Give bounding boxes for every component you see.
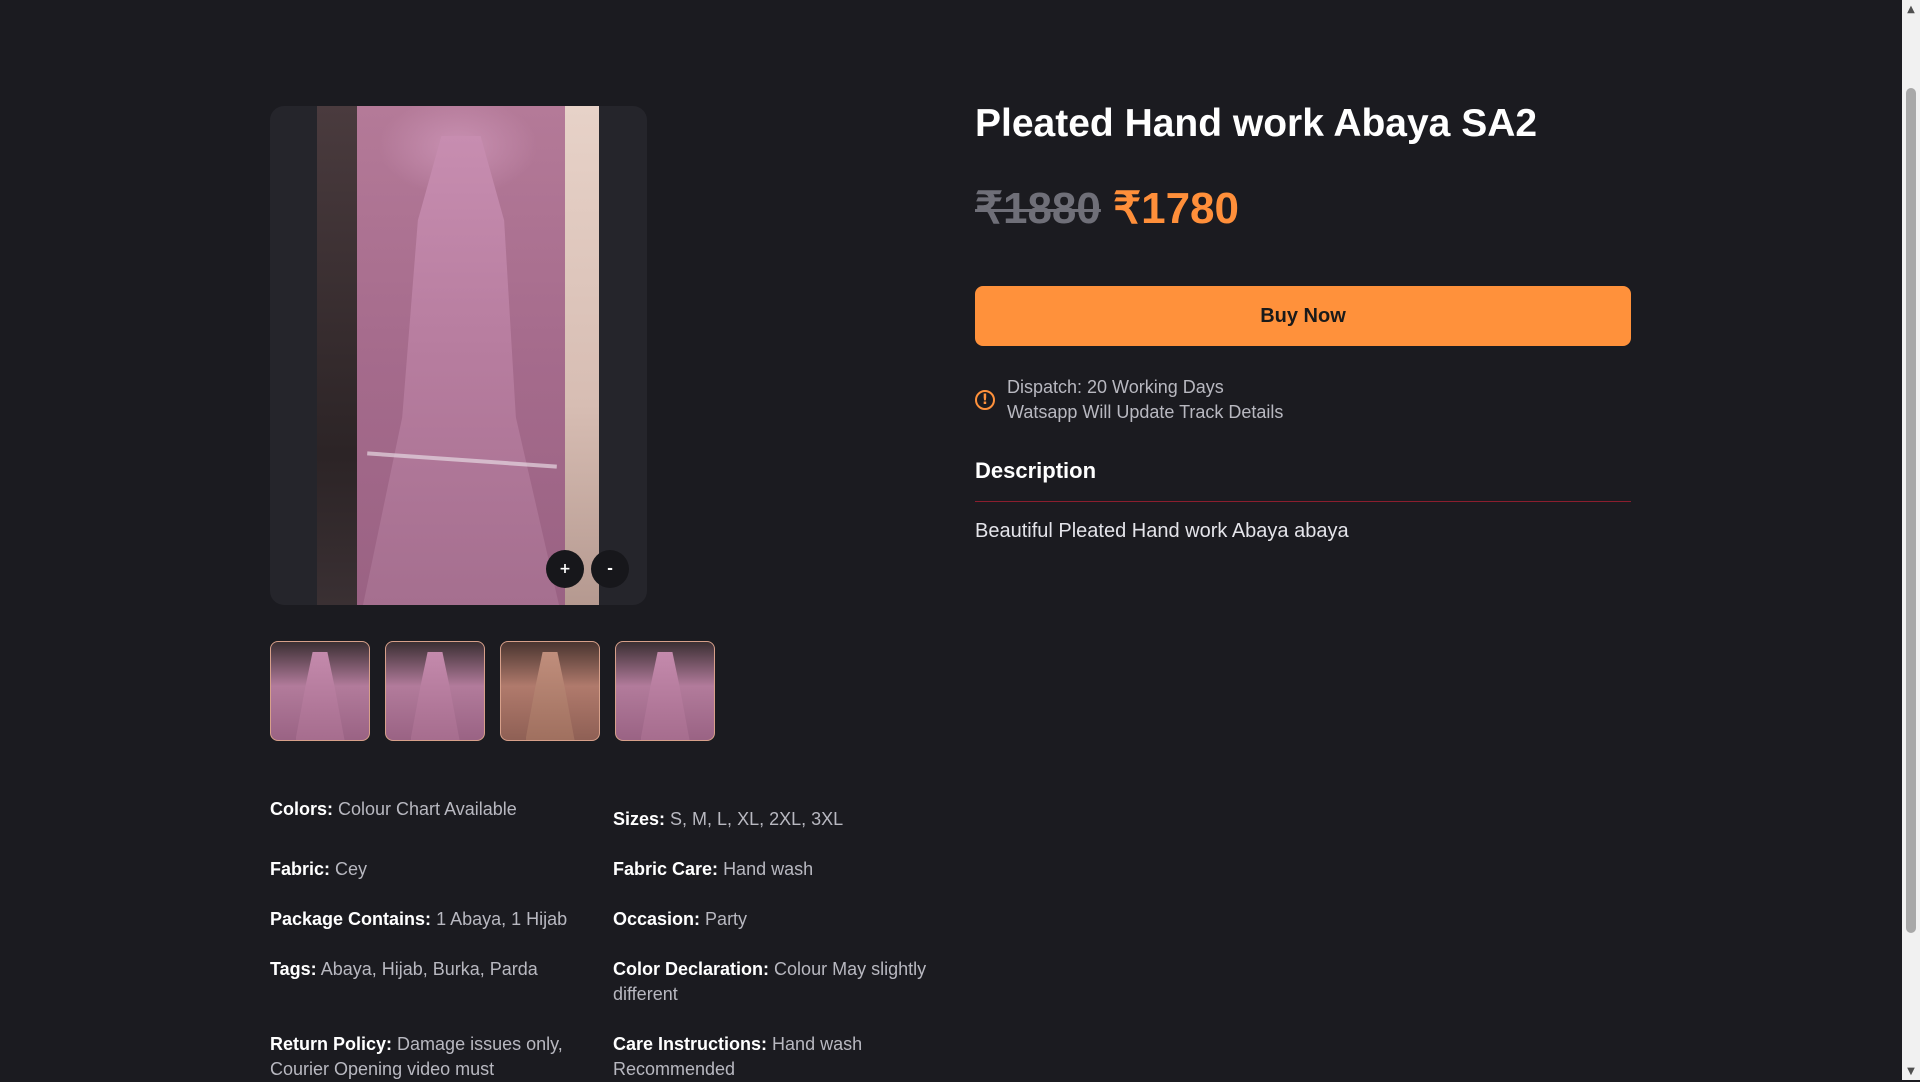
attr-occasion: Occasion: Party (613, 907, 933, 932)
price-block: ₹1880 ₹1780 (975, 183, 1239, 234)
info-icon: ! (975, 390, 995, 410)
thumbnail-strip (270, 641, 715, 741)
attr-fabric: Fabric: Cey (270, 857, 590, 882)
thumbnail-1[interactable] (270, 641, 370, 741)
zoom-in-button[interactable]: + (546, 550, 584, 588)
attr-label: Colors: (270, 799, 333, 819)
attr-label: Fabric Care: (613, 859, 719, 879)
product-title: Pleated Hand work Abaya SA2 (975, 102, 1538, 145)
attr-label: Fabric: (270, 859, 331, 879)
attr-label: Occasion: (613, 909, 701, 929)
attr-fabric-care: Fabric Care: Hand wash (613, 857, 933, 882)
new-price: ₹1780 (1113, 184, 1240, 233)
attr-value: 1 Abaya, 1 Hijab (436, 909, 568, 929)
scrollbar-thumb[interactable] (1906, 88, 1916, 933)
main-product-image[interactable]: + - (270, 106, 647, 605)
product-photo (317, 106, 599, 605)
attr-value: Abaya, Hijab, Burka, Parda (320, 959, 538, 979)
thumbnail-4[interactable] (615, 641, 715, 741)
attr-sizes: Sizes: S, M, L, XL, 2XL, 3XL (613, 807, 933, 832)
thumbnail-2[interactable] (385, 641, 485, 741)
attr-label: Tags: (270, 959, 317, 979)
zoom-out-button[interactable]: - (591, 550, 629, 588)
attr-value: S, M, L, XL, 2XL, 3XL (670, 809, 844, 829)
scroll-down-arrow-icon[interactable]: ▼ (1902, 1062, 1920, 1080)
photo-background-right (565, 106, 599, 605)
scroll-up-arrow-icon[interactable]: ▲ (1902, 0, 1920, 18)
old-price: ₹1880 (975, 184, 1101, 233)
dispatch-lines: Dispatch: 20 Working Days Watsapp Will U… (1007, 375, 1283, 425)
dispatch-info: ! Dispatch: 20 Working Days Watsapp Will… (975, 375, 1283, 425)
description-text: Beautiful Pleated Hand work Abaya abaya (975, 520, 1349, 542)
attr-value: Colour Chart Available (338, 799, 517, 819)
attr-color-declaration: Color Declaration: Colour May slightly d… (613, 957, 933, 1007)
attr-label: Sizes: (613, 809, 666, 829)
photo-background-left (317, 106, 357, 605)
attr-value: Hand wash (723, 859, 814, 879)
product-page: + - Colors: Colour Chart Available Sizes… (0, 0, 1902, 1080)
attr-tags: Tags: Abaya, Hijab, Burka, Parda (270, 957, 590, 982)
description-heading: Description (975, 458, 1097, 483)
attr-label: Return Policy: (270, 1034, 393, 1054)
attr-return-policy: Return Policy: Damage issues only, Couri… (270, 1032, 590, 1082)
buy-now-button[interactable]: Buy Now (975, 286, 1631, 346)
attr-colors: Colors: Colour Chart Available (270, 797, 590, 822)
attr-package: Package Contains: 1 Abaya, 1 Hijab (270, 907, 590, 932)
page-scrollbar[interactable]: ▲ ▼ (1902, 0, 1920, 1080)
description-divider (975, 501, 1631, 502)
attr-value: Party (705, 909, 748, 929)
attr-care-instructions: Care Instructions: Hand wash Recommended (613, 1032, 933, 1082)
attr-label: Color Declaration: (613, 959, 770, 979)
attr-label: Care Instructions: (613, 1034, 768, 1054)
dress-figure (363, 136, 559, 605)
attr-value: Cey (335, 859, 368, 879)
attr-label: Package Contains: (270, 909, 432, 929)
dispatch-line-1: Dispatch: 20 Working Days (1007, 377, 1224, 397)
dispatch-line-2: Watsapp Will Update Track Details (1007, 402, 1284, 422)
thumbnail-3[interactable] (500, 641, 600, 741)
